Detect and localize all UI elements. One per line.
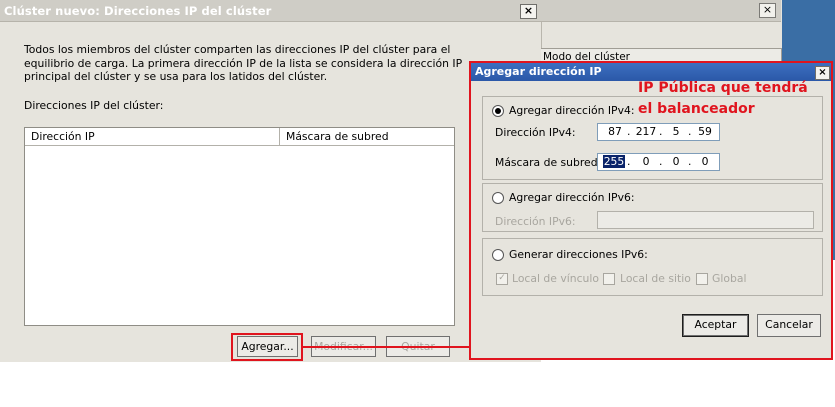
- cluster-ip-description: Todos los miembros del clúster comparten…: [24, 43, 463, 83]
- background-window-close-button[interactable]: ×: [759, 3, 776, 18]
- cluster-ip-list-header: Dirección IP Máscara de subred: [25, 128, 454, 146]
- annotation-text-line1: IP Pública que tendrá: [638, 80, 808, 96]
- cluster-ip-list-label: Direcciones IP del clúster:: [24, 99, 164, 112]
- cluster-ip-list[interactable]: [24, 127, 455, 326]
- column-header-ip-address[interactable]: Dirección IP: [25, 128, 280, 145]
- annotation-text-line2: el balanceador: [638, 101, 755, 117]
- annotation-box-add-button: [231, 333, 303, 361]
- column-header-subnet-mask[interactable]: Máscara de subred: [280, 128, 454, 145]
- new-cluster-close-button[interactable]: ×: [520, 4, 537, 19]
- background-window-titlebar: [541, 0, 781, 22]
- new-cluster-title: Clúster nuevo: Direcciones IP del clúste…: [4, 4, 272, 18]
- annotation-connector-line: [303, 346, 471, 348]
